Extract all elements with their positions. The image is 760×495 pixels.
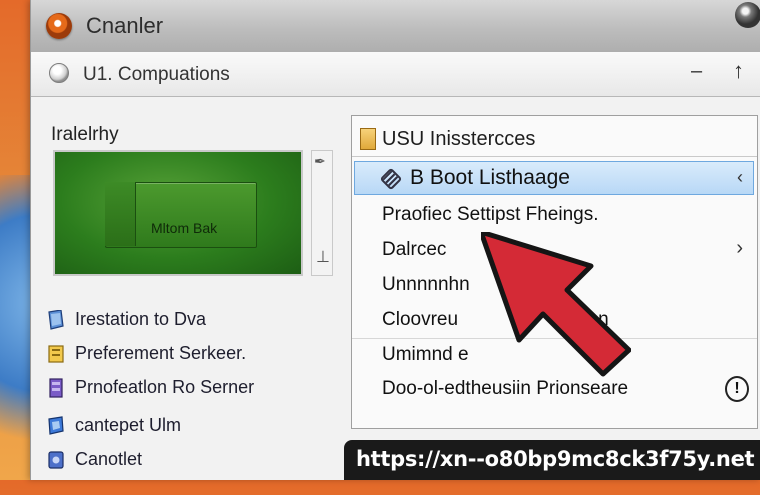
chevron-right-icon: › bbox=[736, 237, 743, 259]
preview-thumbnail[interactable]: Mltom Bak bbox=[53, 150, 303, 276]
control-icon bbox=[48, 451, 64, 469]
chevron-left-icon: ‹ bbox=[737, 167, 743, 187]
menu-item-profile-settings[interactable]: Praofiec Settipst Fheings. bbox=[382, 204, 599, 226]
watermark-banner: https://xn--o80bp9mc8ck3f75y.net bbox=[344, 440, 760, 480]
menu-item-dalrcec[interactable]: Dalrcec bbox=[382, 239, 446, 261]
info-icon[interactable]: ! bbox=[725, 376, 749, 402]
navigation-bar: U1. Compuations – ↑ bbox=[31, 52, 760, 97]
menu-item-cloovreu[interactable]: Cloovreu bbox=[382, 309, 458, 331]
panel-header: USU Inisstercces bbox=[382, 128, 536, 150]
server-icon bbox=[49, 378, 63, 398]
preview-scrollbar[interactable]: ✒ ⊥ bbox=[311, 150, 333, 276]
menu-item-umimnd[interactable]: Umimnd e bbox=[382, 344, 469, 366]
folder-icon bbox=[360, 128, 376, 150]
window-orb-icon[interactable] bbox=[735, 2, 760, 28]
left-item-label: Canotlet bbox=[75, 449, 143, 469]
pen-tool-icon[interactable]: ✒ bbox=[314, 153, 326, 170]
watermark-url: https://xn--o80bp9mc8ck3f75y.net bbox=[356, 447, 755, 471]
red-arrow-cursor-icon bbox=[481, 232, 631, 377]
computer-icon bbox=[48, 416, 64, 435]
left-pane-heading: Iralelrhy bbox=[51, 124, 119, 145]
window-titlebar[interactable]: Cnanler bbox=[31, 0, 760, 53]
left-item-label: Prnofeatlon Ro Serner bbox=[75, 377, 255, 397]
app-window: Cnanler U1. Compuations – ↑ Iralelrhy Ml… bbox=[30, 0, 760, 480]
up-arrow-button[interactable]: ↑ bbox=[733, 58, 744, 84]
minimize-button[interactable]: – bbox=[691, 60, 702, 83]
menu-item-unnnnnhn[interactable]: Unnnnnhn bbox=[382, 274, 470, 296]
menu-item-label: B Boot Listhaage bbox=[410, 166, 570, 189]
preview-label: Mltom Bak bbox=[151, 220, 218, 236]
menu-item-boot-selected[interactable]: B Boot Listhaage ‹ bbox=[354, 161, 754, 195]
folder-tab-shape bbox=[105, 182, 136, 246]
app-orb-icon[interactable] bbox=[46, 13, 72, 39]
drive-icon bbox=[48, 310, 64, 330]
left-pane: Iralelrhy Mltom Bak ✒ ⊥ Irestation to Dv… bbox=[31, 96, 351, 480]
nav-title: U1. Compuations bbox=[83, 64, 230, 85]
resize-grip-icon[interactable]: ⊥ bbox=[316, 247, 330, 267]
back-orb-icon[interactable] bbox=[49, 63, 69, 83]
left-item-label: cantepet Ulm bbox=[75, 415, 182, 435]
boot-disk-icon bbox=[379, 167, 403, 191]
panel-divider bbox=[352, 156, 757, 157]
settings-icon bbox=[48, 345, 64, 363]
left-item-label: Irestation to Dva bbox=[75, 309, 207, 329]
left-item-label: Preferement Serkeer. bbox=[75, 343, 247, 363]
window-title: Cnanler bbox=[86, 13, 164, 38]
